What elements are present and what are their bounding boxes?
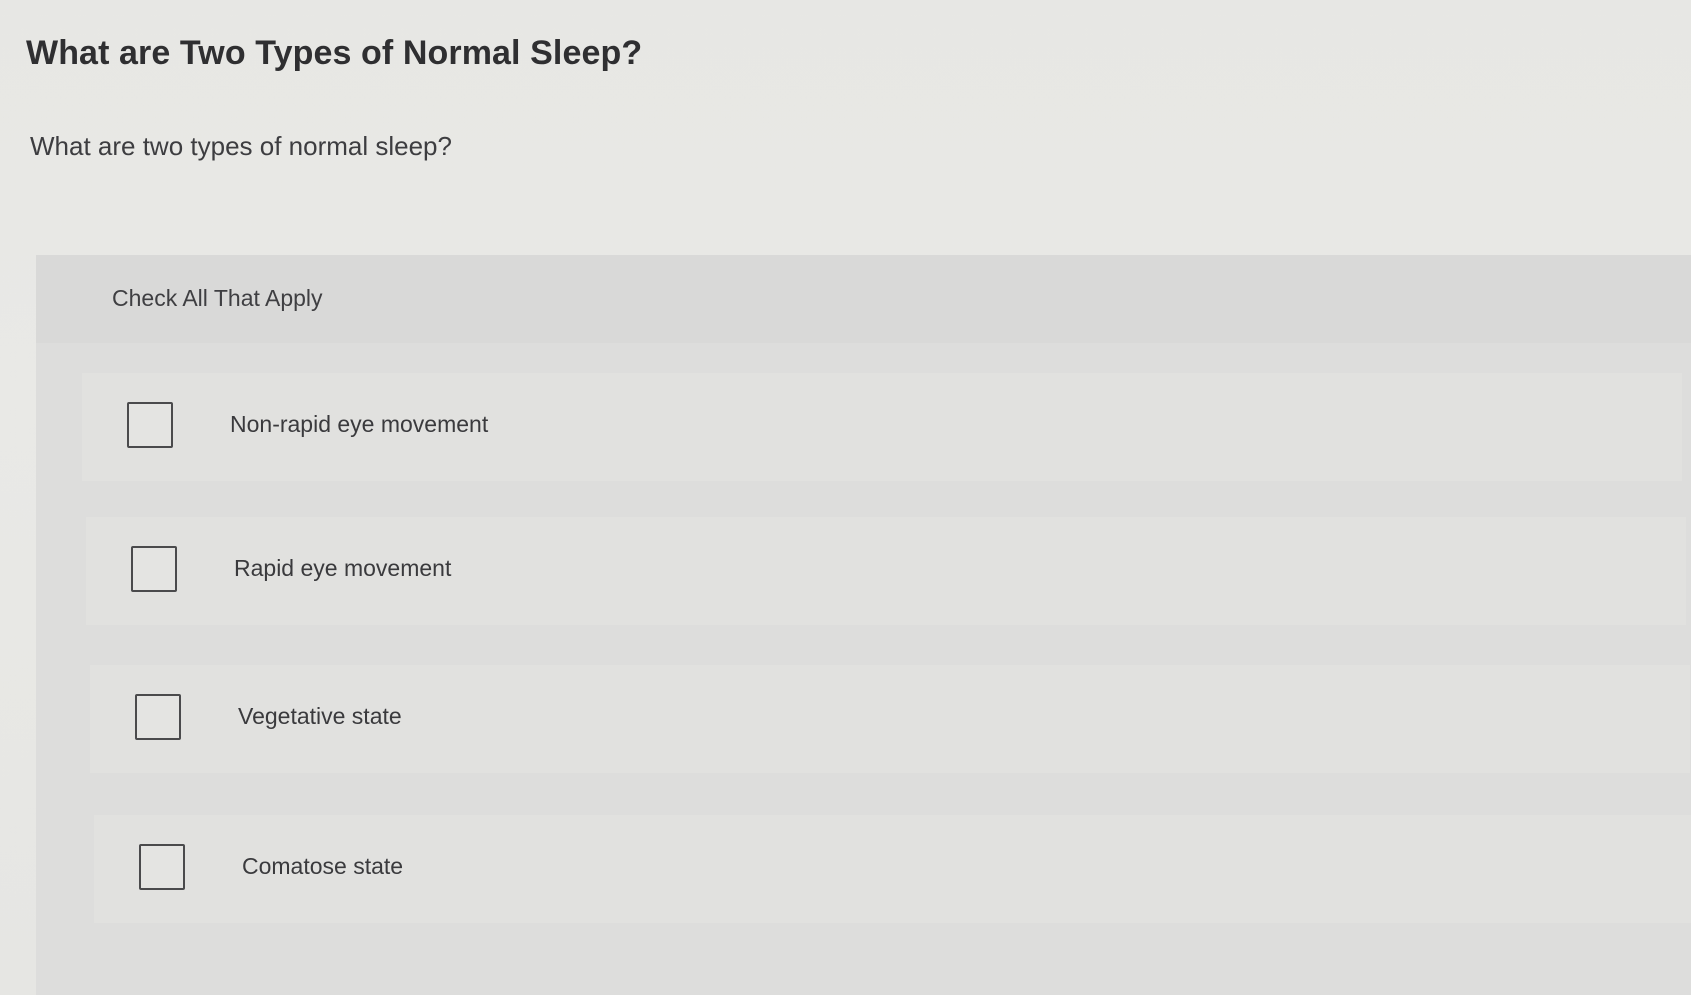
checkbox[interactable] xyxy=(135,694,181,740)
option-vegetative-state[interactable]: Vegetative state xyxy=(90,665,1690,773)
checkbox[interactable] xyxy=(131,546,177,592)
checkbox[interactable] xyxy=(127,402,173,448)
checkbox[interactable] xyxy=(139,844,185,890)
option-rapid-eye-movement[interactable]: Rapid eye movement xyxy=(86,517,1686,625)
instruction-label: Check All That Apply xyxy=(112,285,323,311)
option-non-rapid-eye-movement[interactable]: Non-rapid eye movement xyxy=(82,373,1682,481)
panel-header: Check All That Apply xyxy=(36,255,1691,343)
option-label: Rapid eye movement xyxy=(234,555,452,581)
option-comatose-state[interactable]: Comatose state xyxy=(94,815,1691,923)
option-label: Non-rapid eye movement xyxy=(230,411,489,437)
question-text: What are two types of normal sleep? xyxy=(30,131,452,161)
answer-panel: Check All That Apply Non-rapid eye movem… xyxy=(36,255,1691,995)
option-label: Comatose state xyxy=(242,853,404,879)
option-label: Vegetative state xyxy=(238,703,402,729)
page-title: What are Two Types of Normal Sleep? xyxy=(26,34,643,72)
